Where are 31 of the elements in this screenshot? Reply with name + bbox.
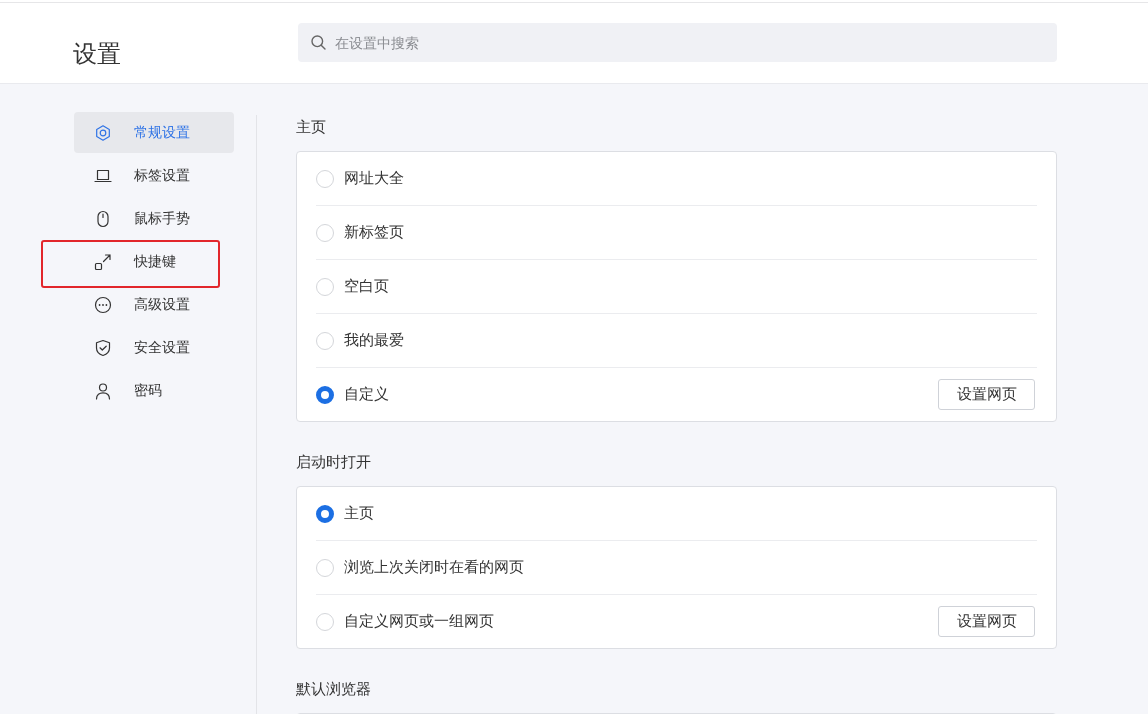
option-label: 我的最爱 [344, 331, 404, 350]
set-pages-button[interactable]: 设置网页 [938, 379, 1035, 410]
more-icon [94, 295, 112, 314]
set-pages-button[interactable]: 设置网页 [938, 606, 1035, 637]
option-label: 网址大全 [344, 169, 404, 188]
page-title: 设置 [73, 39, 122, 69]
option-label: 空白页 [344, 277, 389, 296]
option-label: 自定义网页或一组网页 [344, 612, 494, 631]
sidebar-item[interactable]: 快捷键 [74, 241, 234, 282]
square-arrow-icon [94, 252, 112, 271]
shield-check-icon [94, 338, 112, 357]
option-label: 浏览上次关闭时在看的网页 [344, 558, 524, 577]
section-heading: 主页 [296, 117, 327, 138]
radio-button[interactable] [316, 504, 334, 523]
mouse-icon [94, 209, 112, 228]
option-label: 自定义 [344, 385, 389, 404]
search-field[interactable]: 在设置中搜索 [298, 23, 1057, 62]
hexagon-icon [94, 123, 112, 142]
user-icon [94, 381, 112, 400]
sidebar-item[interactable]: 密码 [74, 370, 234, 411]
section-heading: 默认浏览器 [296, 679, 372, 700]
section-heading: 启动时打开 [296, 452, 372, 473]
sidebar-item[interactable]: 高级设置 [74, 284, 234, 325]
option-label: 新标签页 [344, 223, 404, 242]
sidebar-item[interactable]: 常规设置 [74, 112, 234, 153]
radio-button[interactable] [316, 385, 334, 404]
option-label: 主页 [344, 504, 374, 523]
sidebar-item[interactable]: 标签设置 [74, 155, 234, 196]
sidebar-item[interactable]: 鼠标手势 [74, 198, 234, 239]
search-icon [311, 35, 326, 50]
sidebar-item[interactable]: 安全设置 [74, 327, 234, 368]
